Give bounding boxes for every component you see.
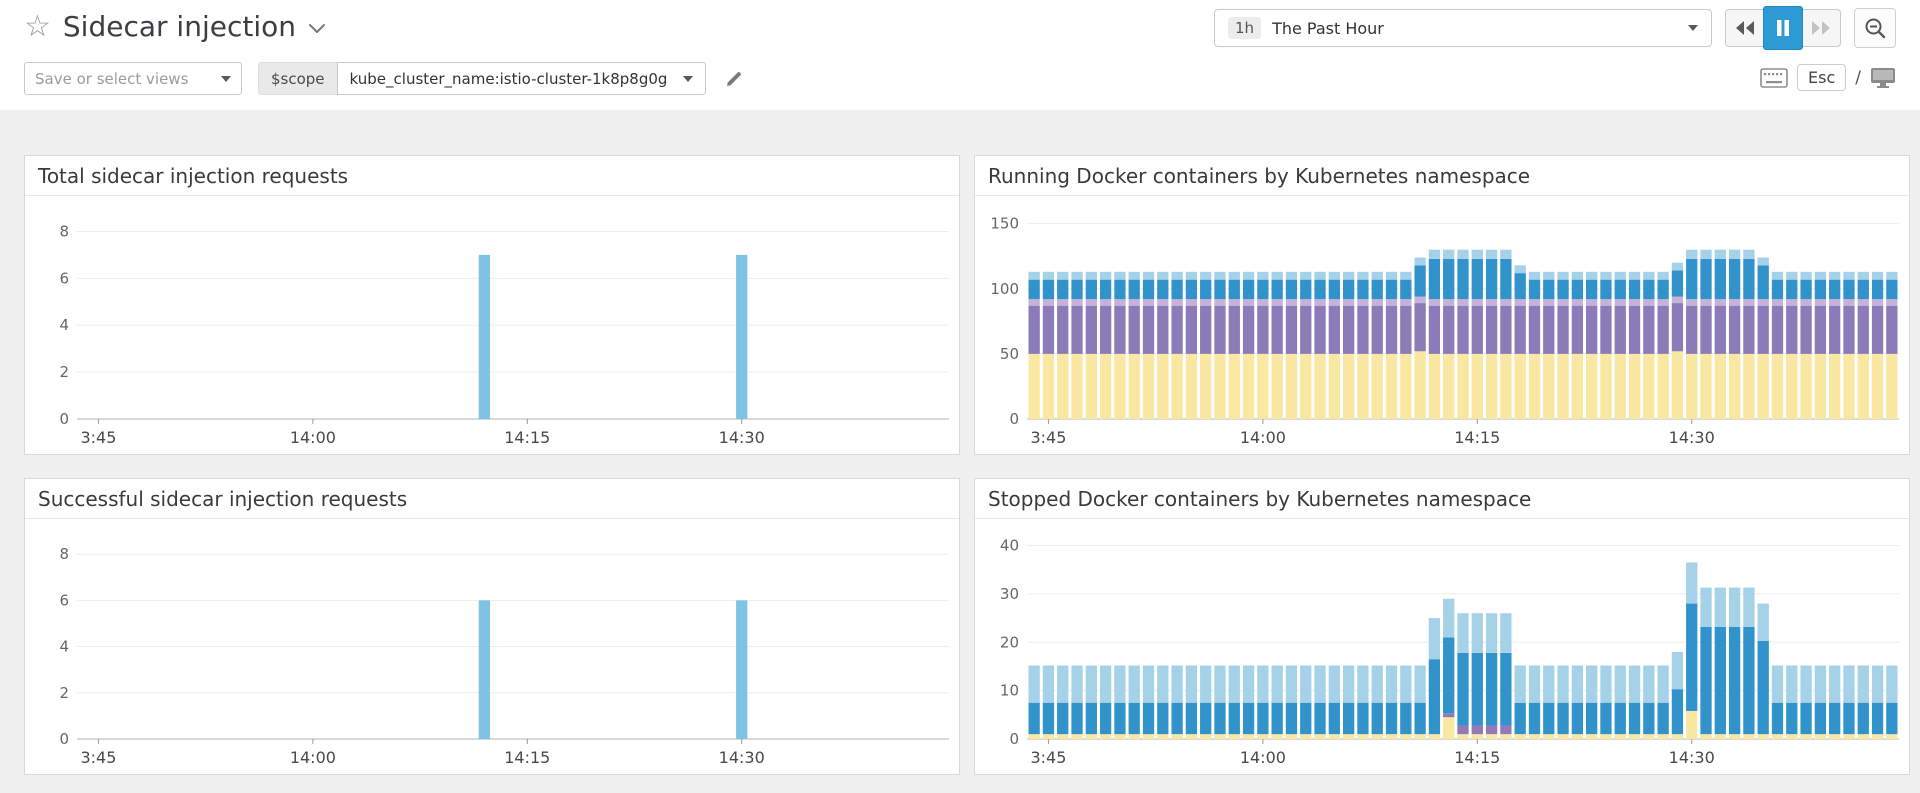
svg-text:3:45: 3:45 <box>1030 748 1066 767</box>
chart-title: Stopped Docker containers by Kubernetes … <box>975 479 1909 519</box>
rewind-icon <box>1736 21 1754 35</box>
svg-text:6: 6 <box>59 591 69 609</box>
time-range-badge: 1h <box>1228 17 1262 39</box>
scope-value-selector[interactable]: kube_cluster_name:istio-cluster-1k8p8g0g <box>336 62 707 95</box>
svg-text:2: 2 <box>59 684 69 702</box>
svg-text:14:15: 14:15 <box>1454 748 1500 767</box>
time-controls: 1h The Past Hour <box>1214 6 1896 50</box>
chart-total-sidecar-injection-requests[interactable]: 0 2 4 6 8 3:45 14:00 14:15 14:30 <box>25 196 959 453</box>
monitor-icon[interactable] <box>1870 67 1896 89</box>
panel-stopped-docker-containers: Stopped Docker containers by Kubernetes … <box>974 478 1910 775</box>
time-range-label: The Past Hour <box>1272 18 1384 38</box>
title-row: ☆ Sidecar injection <box>24 10 326 43</box>
fast-forward-button[interactable] <box>1802 10 1840 46</box>
svg-text:20: 20 <box>1000 633 1019 651</box>
svg-text:40: 40 <box>1000 537 1019 555</box>
svg-text:3:45: 3:45 <box>80 428 116 447</box>
chart-stopped-docker-containers[interactable]: 0 10 20 30 40 3:45 14:00 14:15 14:30 <box>975 519 1909 773</box>
chart-title: Successful sidecar injection requests <box>25 479 959 519</box>
shortcut-hints: Esc / <box>1760 64 1896 91</box>
svg-text:0: 0 <box>59 730 69 748</box>
time-range-selector[interactable]: 1h The Past Hour <box>1214 9 1712 47</box>
chart-running-docker-containers[interactable]: 0 50 100 150 3:45 14:00 14:15 14:30 <box>975 196 1909 453</box>
svg-text:14:30: 14:30 <box>1669 428 1715 447</box>
svg-text:14:15: 14:15 <box>504 748 550 767</box>
svg-text:14:00: 14:00 <box>1240 748 1286 767</box>
views-select-placeholder: Save or select views <box>35 69 189 88</box>
svg-text:8: 8 <box>59 222 69 240</box>
panel-successful-sidecar-injection-requests: Successful sidecar injection requests 0 2… <box>24 478 960 775</box>
dashboard-header: ☆ Sidecar injection 1h The Past Hour Sav… <box>0 0 1920 110</box>
pause-icon <box>1777 20 1789 36</box>
caret-down-icon <box>683 75 694 82</box>
svg-text:0: 0 <box>1009 730 1019 748</box>
dashboard-grid: Total sidecar injection requests 0 2 4 6 8 3:… <box>0 110 1920 793</box>
total-sidecar-injection-requests-canvas[interactable]: 0 2 4 6 8 3:45 14:00 14:15 14:30 <box>25 196 959 453</box>
svg-text:14:30: 14:30 <box>719 748 765 767</box>
edit-scope-button[interactable] <box>724 62 744 95</box>
svg-text:14:30: 14:30 <box>1669 748 1715 767</box>
svg-text:100: 100 <box>990 280 1019 298</box>
caret-down-icon <box>1688 25 1698 31</box>
svg-text:0: 0 <box>1009 410 1019 428</box>
star-icon[interactable]: ☆ <box>24 11 51 42</box>
svg-text:3:45: 3:45 <box>1030 428 1066 447</box>
chart-successful-sidecar-injection-requests[interactable]: 0 2 4 6 8 3:45 14:00 14:15 14:30 <box>25 519 959 773</box>
zoom-out-button[interactable] <box>1854 8 1896 48</box>
keyboard-icon <box>1760 67 1788 88</box>
views-select[interactable]: Save or select views <box>24 62 242 95</box>
svg-text:3:45: 3:45 <box>80 748 116 767</box>
svg-text:14:00: 14:00 <box>1240 428 1286 447</box>
esc-key[interactable]: Esc <box>1797 64 1847 91</box>
slash-shortcut: / <box>1855 67 1861 88</box>
page-title: Sidecar injection <box>62 10 296 43</box>
svg-text:14:00: 14:00 <box>290 428 336 447</box>
scope-variable-label: $scope <box>258 62 337 95</box>
svg-text:14:30: 14:30 <box>719 428 765 447</box>
svg-text:6: 6 <box>59 269 69 287</box>
svg-text:30: 30 <box>1000 585 1019 603</box>
svg-text:50: 50 <box>1000 345 1019 363</box>
svg-text:4: 4 <box>59 316 69 334</box>
svg-text:2: 2 <box>59 363 69 381</box>
scope-template-variable: $scope kube_cluster_name:istio-cluster-1… <box>258 62 744 95</box>
svg-text:10: 10 <box>1000 682 1019 700</box>
svg-text:14:15: 14:15 <box>1454 428 1500 447</box>
svg-text:4: 4 <box>59 638 69 656</box>
successful-sidecar-injection-requests-canvas[interactable]: 0 2 4 6 8 3:45 14:00 14:15 14:30 <box>25 519 959 773</box>
panel-total-sidecar-injection-requests: Total sidecar injection requests 0 2 4 6 8 3:… <box>24 155 960 455</box>
running-docker-containers-canvas[interactable]: 0 50 100 150 3:45 14:00 14:15 14:30 <box>975 196 1909 453</box>
chevron-down-icon[interactable] <box>308 19 326 38</box>
pause-button[interactable] <box>1763 6 1803 50</box>
scope-toolbar: Save or select views $scope kube_cluster… <box>0 62 1920 96</box>
rewind-button[interactable] <box>1726 10 1764 46</box>
playback-controls <box>1725 6 1841 50</box>
svg-text:0: 0 <box>59 410 69 428</box>
svg-text:150: 150 <box>990 215 1019 233</box>
fast-forward-icon <box>1812 21 1830 35</box>
pencil-icon <box>727 71 742 86</box>
svg-text:8: 8 <box>59 545 69 563</box>
svg-text:14:15: 14:15 <box>504 428 550 447</box>
chart-title: Running Docker containers by Kubernetes … <box>975 156 1909 196</box>
scope-value-text: kube_cluster_name:istio-cluster-1k8p8g0g <box>349 69 668 88</box>
chart-title: Total sidecar injection requests <box>25 156 959 196</box>
svg-text:14:00: 14:00 <box>290 748 336 767</box>
caret-down-icon <box>221 75 231 82</box>
panel-running-docker-containers: Running Docker containers by Kubernetes … <box>974 155 1910 455</box>
zoom-out-icon <box>1865 18 1886 39</box>
stopped-docker-containers-canvas[interactable]: 0 10 20 30 40 3:45 14:00 14:15 14:30 <box>975 519 1909 773</box>
